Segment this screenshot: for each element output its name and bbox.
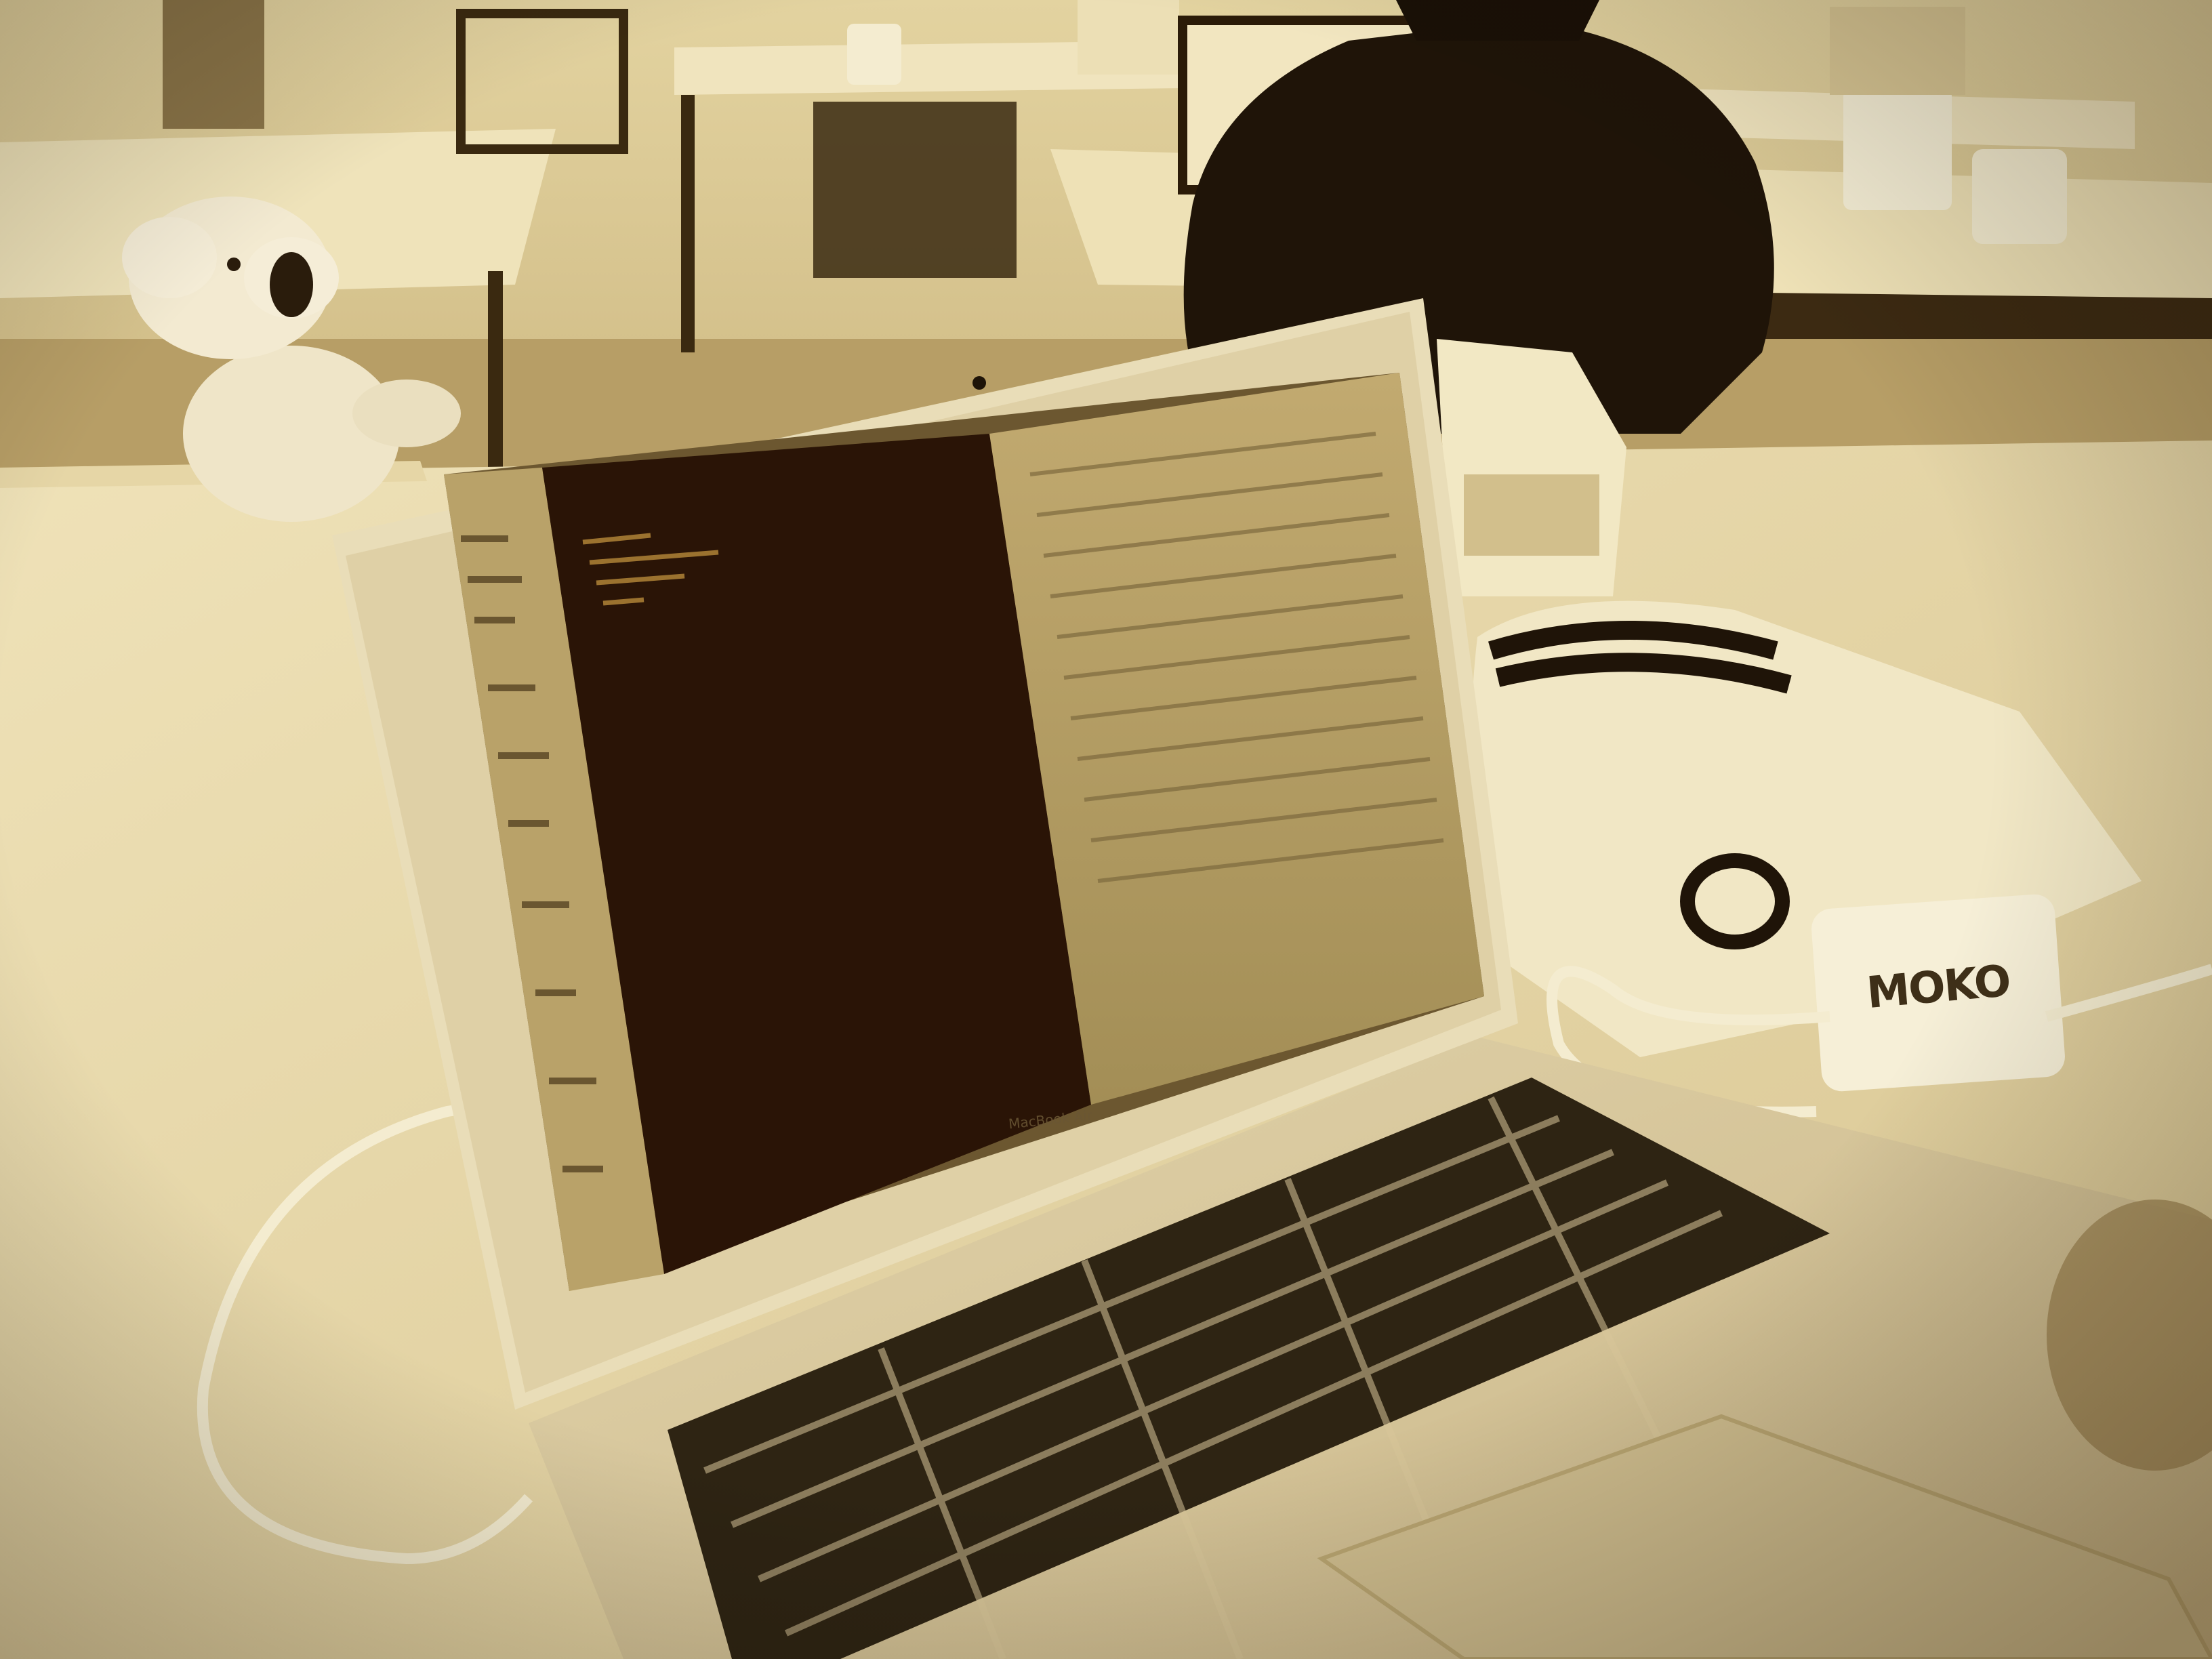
photo-scene (0, 0, 2212, 1659)
vignette-overlay (0, 0, 2212, 1659)
